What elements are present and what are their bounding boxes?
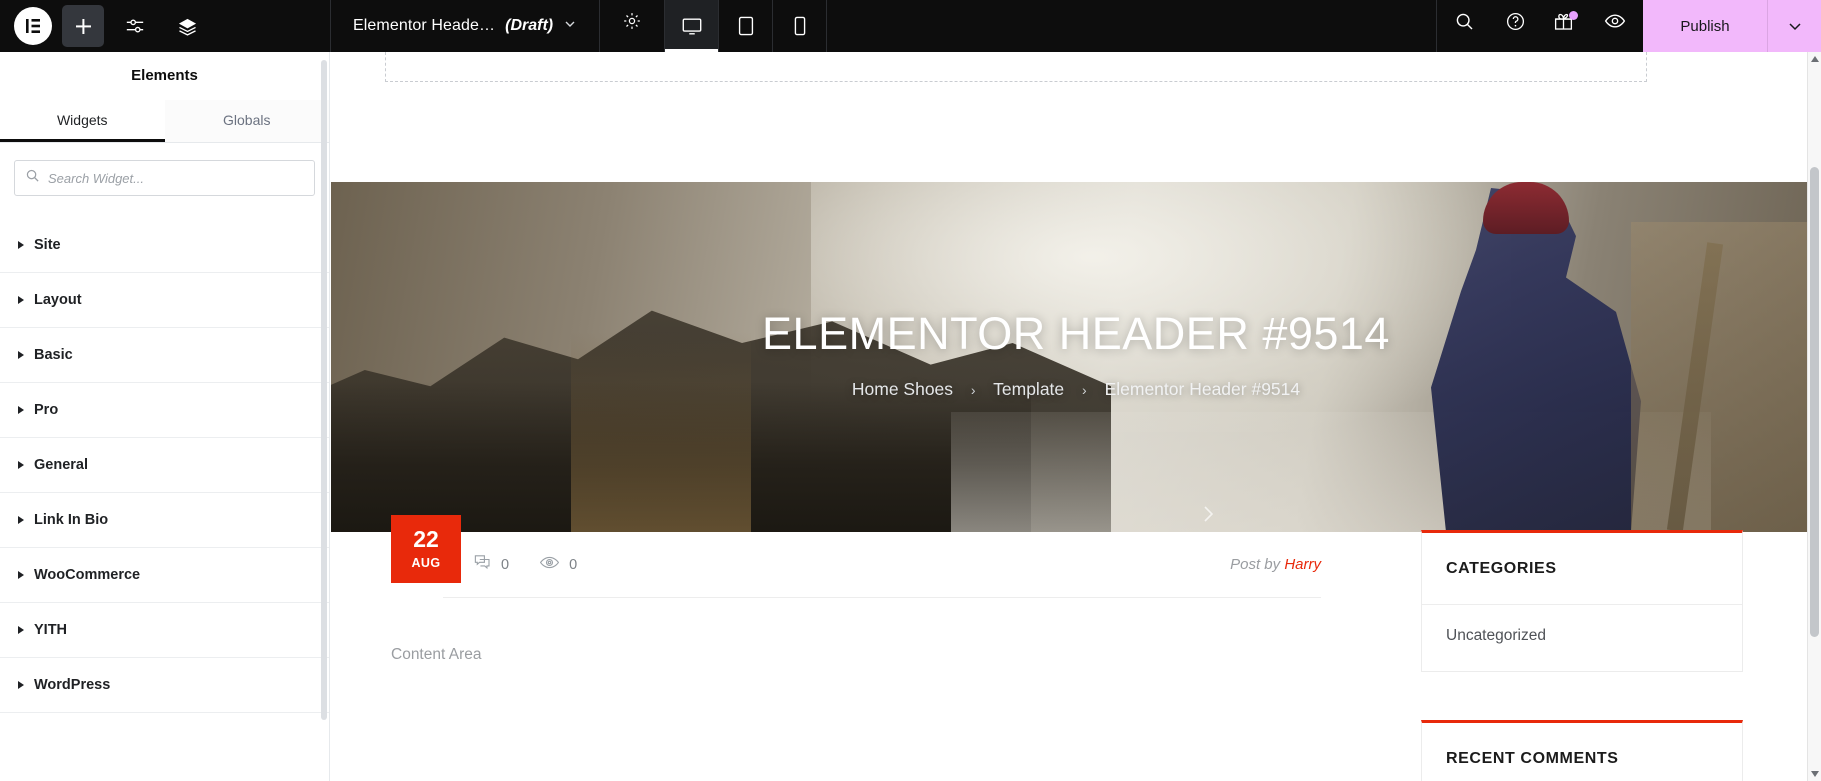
device-desktop-button[interactable] [665,0,719,52]
post-date-day: 22 [413,526,439,552]
gift-icon[interactable] [1539,0,1587,42]
category-label: Pro [34,402,59,418]
breadcrumb-separator-icon: › [970,382,976,398]
document-status: (Draft) [505,17,554,34]
post-author-prefix: Post by [1230,556,1281,573]
post-content-area: 22 AUG 0 0 Post by Harry Content Area [331,515,1381,664]
caret-right-icon [18,571,24,579]
category-link-uncategorized[interactable]: Uncategorized [1446,627,1718,645]
caret-down-icon[interactable] [1808,767,1821,781]
comment-icon [473,553,492,576]
search-box[interactable] [14,160,315,196]
panel-scrollbar[interactable] [321,60,327,720]
page-title: Elements [131,67,198,84]
post-meta-row: 22 AUG 0 0 Post by Harry [391,515,1321,598]
panel-tabs: Widgets Globals [0,100,329,143]
widget-recent-comments: RECENT COMMENTS [1421,720,1743,781]
widget-body: Uncategorized [1422,605,1742,671]
device-mobile-button[interactable] [773,0,826,52]
gear-icon[interactable] [600,0,664,42]
hero-title: ELEMENTOR HEADER #9514 [762,308,1390,359]
category-link-in-bio[interactable]: Link In Bio [0,493,329,548]
caret-right-icon [18,681,24,689]
category-label: Layout [34,292,82,308]
category-site[interactable]: Site [0,218,329,273]
category-basic[interactable]: Basic [0,328,329,383]
caret-right-icon [18,296,24,304]
caret-right-icon [18,626,24,634]
widget-title: RECENT COMMENTS [1422,723,1742,781]
caret-right-icon [18,351,24,359]
category-label: WooCommerce [34,567,141,583]
category-label: WordPress [34,677,111,693]
caret-right-icon [18,461,24,469]
tab-globals[interactable]: Globals [164,100,329,142]
empty-header-dropzone[interactable] [385,52,1647,82]
elementor-logo-icon[interactable] [14,7,52,45]
breadcrumb-item-home[interactable]: Home Shoes [852,379,953,399]
post-author-name[interactable]: Harry [1284,556,1321,573]
widget-title: CATEGORIES [1422,533,1742,605]
document-title: Elementor Heade… [353,17,496,34]
category-wordpress[interactable]: WordPress [0,658,329,713]
category-woocommerce[interactable]: WooCommerce [0,548,329,603]
gift-notification-dot [1569,11,1578,20]
category-label: Link In Bio [34,512,109,528]
canvas-scrollbar-thumb[interactable] [1810,167,1819,637]
caret-right-icon [18,241,24,249]
comments-count-value: 0 [501,556,510,573]
category-general[interactable]: General [0,438,329,493]
chevron-right-icon[interactable] [1196,502,1220,532]
caret-right-icon [18,516,24,524]
category-pro[interactable]: Pro [0,383,329,438]
category-label: Site [34,237,61,253]
toolbar-left-group [0,0,330,52]
content-area-placeholder: Content Area [391,646,482,663]
post-comments-count[interactable]: 0 [473,553,509,576]
widget-categories: CATEGORIES Uncategorized [1421,530,1743,672]
views-count-value: 0 [569,556,578,573]
eye-icon[interactable] [1587,0,1643,42]
category-layout[interactable]: Layout [0,273,329,328]
question-circle-icon[interactable] [1491,0,1539,42]
caret-up-icon[interactable] [1808,52,1821,66]
sidebar-widgets: CATEGORIES Uncategorized RECENT COMMENTS [1421,530,1743,781]
breadcrumb-separator-icon: › [1082,382,1087,398]
editor-canvas: ELEMENTOR HEADER #9514 Home Shoes › Temp… [331,52,1821,781]
publish-button[interactable]: Publish [1643,0,1767,52]
elements-panel: Elements Widgets Globals Site Layout Bas… [0,52,330,781]
caret-right-icon [18,406,24,414]
add-element-button[interactable] [62,5,104,47]
chevron-down-icon[interactable] [563,17,577,36]
post-date-badge: 22 AUG [391,515,461,583]
tab-widgets[interactable]: Widgets [0,100,165,142]
device-tablet-button[interactable] [719,0,772,52]
search-widget-container [0,143,329,210]
post-author: Post by Harry [1230,556,1321,573]
category-label: YITH [34,622,68,638]
category-label: Basic [34,347,73,363]
post-date-month: AUG [411,556,441,570]
hero-banner: ELEMENTOR HEADER #9514 Home Shoes › Temp… [331,182,1821,532]
breadcrumb-item-template[interactable]: Template [993,379,1064,399]
eye-icon [539,552,560,577]
layers-icon[interactable] [166,5,208,47]
post-views-count[interactable]: 0 [539,552,577,577]
search-icon [25,168,40,188]
breadcrumb-item-current: Elementor Header #9514 [1104,379,1301,399]
breadcrumb: Home Shoes › Template › Elementor Header… [331,379,1821,400]
toolbar-right-group: Publish [1437,0,1821,52]
search-icon[interactable] [1437,0,1491,42]
search-input[interactable] [48,170,304,186]
category-yith[interactable]: YITH [0,603,329,658]
document-title-group[interactable]: Elementor Heade… (Draft) [331,0,599,52]
category-label: General [34,457,88,473]
sliders-icon[interactable] [114,5,156,47]
publish-options-chevron-icon[interactable] [1767,0,1821,52]
canvas-scrollbar[interactable] [1807,52,1821,781]
widget-category-list: Site Layout Basic Pro General Link In Bi… [0,218,329,713]
top-toolbar: Elementor Heade… (Draft) Publish [0,0,1821,52]
